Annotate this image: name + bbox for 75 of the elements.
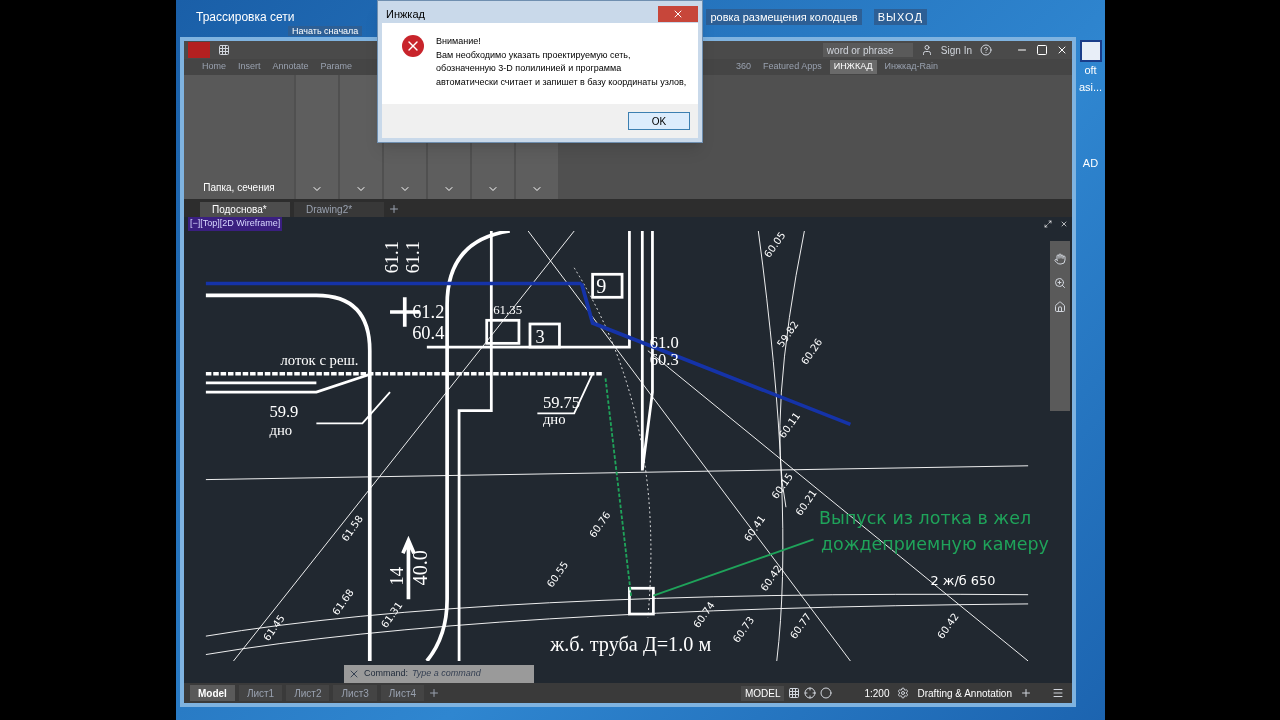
close-icon[interactable] (1056, 44, 1068, 56)
plus-icon[interactable] (1020, 687, 1032, 699)
dialog-heading: Внимание! (436, 35, 482, 48)
drawing-label: 61.1 (382, 241, 403, 274)
viewport-restore-icon[interactable] (1044, 220, 1052, 228)
ribbon-tab[interactable]: Insert (234, 60, 265, 74)
drawing-label: 61.1 (403, 241, 424, 274)
maximize-icon[interactable] (1036, 44, 1048, 56)
close-icon (672, 8, 684, 20)
grid-icon[interactable] (788, 687, 801, 699)
ribbon-tab[interactable]: Home (198, 60, 230, 74)
desktop-icon-label: AD (1082, 156, 1099, 171)
viewport-close-icon[interactable] (1060, 220, 1068, 228)
drawing-label: 60.4 (412, 322, 445, 343)
document-tab[interactable]: Drawing2* (294, 202, 384, 217)
window-preview-title: Трассировка сети (196, 9, 295, 26)
window-preview-title: ровка размещения колодцев (706, 8, 862, 26)
layout-tab[interactable]: Лист2 (286, 685, 330, 701)
drawing-label: 2 ж/б 650 (930, 573, 996, 589)
layout-tab[interactable]: Model (190, 685, 235, 701)
dialog-message-line: Вам необходимо указать проектируемую сеть, (436, 48, 632, 62)
home-icon[interactable] (1054, 301, 1066, 313)
window-preview-title: Начать сначала (288, 26, 363, 36)
ribbon-tab[interactable]: 360 (732, 60, 756, 74)
drawing-label: 59.9 (269, 402, 299, 421)
help-icon[interactable] (980, 44, 992, 56)
drawing-label: 3 (535, 327, 545, 348)
dialog-message-line: обозначенную 3-D полилинией и программа (436, 62, 623, 75)
drawing-label: 61.35 (493, 302, 523, 317)
drawing-label: 61.2 (412, 301, 445, 322)
drawing-label: лоток с реш. (280, 352, 359, 369)
drawing-label: 14 (386, 567, 407, 586)
toolbar-icon[interactable] (218, 44, 230, 56)
model-space-button[interactable]: MODEL (740, 685, 785, 701)
ribbon-tab[interactable]: Parame (316, 60, 357, 74)
drawing-label: дно (269, 422, 293, 439)
ribbon-tab[interactable]: Featured Apps (759, 60, 826, 74)
panel-title: Папка, сечения (203, 181, 275, 195)
desktop-app-icon[interactable] (1079, 40, 1102, 62)
viewport-label[interactable]: [−][Top][2D Wireframe] (188, 217, 283, 231)
user-icon (920, 44, 933, 56)
close-icon[interactable] (348, 668, 360, 680)
settings-icon[interactable] (897, 687, 910, 699)
scale-dropdown[interactable]: 1:200 (860, 685, 894, 701)
layout-tab[interactable]: Лист3 (333, 685, 377, 701)
window-preview-title: ВЫХОД (873, 8, 927, 26)
ribbon-tab[interactable]: Инжкад-Rain (880, 60, 942, 74)
drawing-label: 59.75 (542, 392, 581, 412)
drawing-label: ж.б. труба Д=1.0 м (550, 632, 712, 655)
new-layout-icon[interactable] (428, 687, 441, 699)
search-field[interactable]: word or phrase (822, 43, 913, 57)
dialog-message-line: автоматически считает и запишет в базу координаты узлов, (436, 75, 687, 89)
pan-icon[interactable] (1054, 253, 1066, 265)
dialog-title: Инжкад (386, 6, 425, 22)
error-icon (402, 35, 424, 57)
drawing-label: 61.0 (649, 332, 679, 352)
layout-tab[interactable]: Лист1 (238, 685, 283, 701)
navigation-bar[interactable] (1050, 241, 1070, 411)
desktop-icon-label: asi... (1078, 79, 1103, 95)
document-tab[interactable]: Подоснова* (200, 202, 290, 217)
ok-button[interactable]: OK (628, 112, 690, 130)
ribbon-tab[interactable]: ИНЖКАД (829, 60, 877, 74)
drawing-label: дно (542, 411, 566, 428)
layout-tab[interactable]: Лист4 (380, 685, 425, 701)
command-label: Command: (364, 667, 408, 681)
menu-icon[interactable] (1052, 687, 1064, 699)
desktop-icon-label: oft (1084, 63, 1097, 78)
new-tab-icon[interactable] (388, 203, 400, 215)
workspace-dropdown[interactable]: Drafting & Annotation (913, 685, 1016, 701)
zoom-icon[interactable] (1054, 277, 1066, 289)
ribbon-tab[interactable]: Annotate (268, 60, 313, 74)
sign-in-link[interactable]: Sign In (940, 42, 972, 58)
drawing-label: 40.0 (408, 550, 431, 586)
command-input[interactable]: Type a command (412, 667, 530, 681)
drawing-label: 9 (596, 274, 607, 297)
